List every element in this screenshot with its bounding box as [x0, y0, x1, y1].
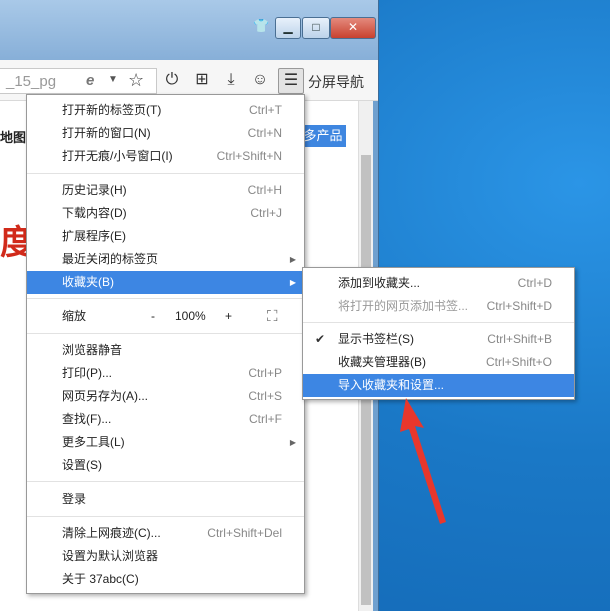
menu-icon[interactable]: ☰ [278, 68, 304, 94]
submenu-item-favorites-manager[interactable]: 收藏夹管理器(B) Ctrl+Shift+O [303, 351, 574, 374]
close-button[interactable]: ✕ [330, 17, 376, 39]
menu-item-save-as[interactable]: 网页另存为(A)... Ctrl+S [27, 385, 304, 408]
menu-separator [27, 333, 304, 334]
zoom-label: 缩放 [62, 309, 87, 323]
submenu-item-import-favorites[interactable]: 导入收藏夹和设置... [303, 374, 574, 397]
maximize-button[interactable]: □ [302, 17, 330, 39]
menu-item-label: 查找(F)... [62, 412, 112, 426]
menu-item-incognito-window[interactable]: 打开无痕/小号窗口(I) Ctrl+Shift+N [27, 145, 304, 168]
menu-item-about[interactable]: 关于 37abc(C) [27, 568, 304, 591]
menu-separator [27, 173, 304, 174]
zoom-value: 100% [175, 309, 206, 323]
menu-item-label: 历史记录(H) [62, 183, 127, 197]
user-icon[interactable]: ☺ [248, 68, 272, 92]
menu-item-extensions[interactable]: 扩展程序(E) [27, 225, 304, 248]
menu-item-shortcut: Ctrl+S [248, 389, 282, 403]
skin-icon[interactable]: 👕 [253, 18, 269, 34]
submenu-separator [303, 322, 574, 323]
menu-item-login[interactable]: 登录 [27, 488, 304, 511]
menu-item-label: 设置(S) [62, 458, 102, 472]
chevron-right-icon: ▶ [289, 438, 296, 447]
submenu-item-label: 将打开的网页添加书签... [338, 299, 469, 313]
title-bar: 👕 ▁ □ ✕ [0, 0, 378, 60]
annotation-arrow-icon [400, 398, 446, 524]
menu-item-shortcut: Ctrl+H [247, 183, 282, 197]
menu-item-new-tab[interactable]: 打开新的标签页(T) Ctrl+T [27, 99, 304, 122]
menu-item-label: 下载内容(D) [62, 206, 127, 220]
submenu-item-label: 收藏夹管理器(B) [338, 355, 426, 369]
menu-item-shortcut: Ctrl+F [249, 412, 282, 426]
menu-item-label: 清除上网痕迹(C)... [62, 526, 161, 540]
address-bar[interactable]: _15_pg e ▼ ☆ [0, 68, 157, 94]
menu-item-label: 设置为默认浏览器 [62, 549, 159, 563]
menu-item-history[interactable]: 历史记录(H) Ctrl+H [27, 179, 304, 202]
minimize-button[interactable]: ▁ [275, 17, 301, 39]
chevron-right-icon: ▶ [289, 278, 296, 287]
more-products-link[interactable]: 多产品 [300, 125, 346, 147]
ie-icon[interactable]: e [86, 72, 94, 89]
favorites-submenu: 添加到收藏夹... Ctrl+D 将打开的网页添加书签... Ctrl+Shift+… [302, 267, 575, 400]
submenu-item-bookmark-open-pages[interactable]: 将打开的网页添加书签... Ctrl+Shift+D [303, 295, 574, 318]
submenu-item-label: 显示书签栏(S) [338, 332, 414, 346]
menu-item-shortcut: Ctrl+Shift+Del [207, 526, 282, 540]
submenu-item-shortcut: Ctrl+D [517, 276, 552, 290]
menu-item-settings[interactable]: 设置(S) [27, 454, 304, 477]
menu-item-shortcut: Ctrl+Shift+N [216, 149, 282, 163]
submenu-item-shortcut: Ctrl+Shift+O [485, 355, 552, 369]
zoom-in-button[interactable]: + [225, 305, 232, 328]
menu-item-downloads[interactable]: 下载内容(D) Ctrl+J [27, 202, 304, 225]
menu-item-label: 收藏夹(B) [62, 275, 114, 289]
star-icon[interactable]: ☆ [128, 70, 144, 91]
fullscreen-icon[interactable]: ⛶ [267, 305, 278, 328]
menu-separator [27, 516, 304, 517]
menu-item-mute[interactable]: 浏览器静音 [27, 339, 304, 362]
submenu-item-show-bookmark-bar[interactable]: ✔ 显示书签栏(S) Ctrl+Shift+B [303, 328, 574, 351]
menu-item-label: 最近关闭的标签页 [62, 252, 159, 266]
menu-item-label: 关于 37abc(C) [62, 572, 139, 586]
menu-item-label: 浏览器静音 [62, 343, 123, 357]
menu-item-find[interactable]: 查找(F)... Ctrl+F [27, 408, 304, 431]
chevron-right-icon: ▶ [289, 255, 296, 264]
menu-separator [27, 481, 304, 482]
menu-zoom-row: 缩放 - 100% + ⛶ [27, 305, 304, 328]
menu-separator [27, 298, 304, 299]
menu-item-recently-closed[interactable]: 最近关闭的标签页 ▶ [27, 248, 304, 271]
menu-item-label: 打开无痕/小号窗口(I) [62, 149, 173, 163]
menu-item-favorites[interactable]: 收藏夹(B) ▶ [27, 271, 304, 294]
zoom-out-button[interactable]: - [151, 305, 155, 328]
menu-item-label: 打印(P)... [62, 366, 112, 380]
submenu-item-add-favorite[interactable]: 添加到收藏夹... Ctrl+D [303, 272, 574, 295]
power-icon[interactable]: ⏻ [160, 68, 184, 92]
download-icon[interactable]: ⤓ [219, 68, 243, 92]
menu-item-shortcut: Ctrl+T [249, 103, 282, 117]
menu-item-label: 打开新的标签页(T) [62, 103, 162, 117]
checkmark-icon: ✔ [315, 332, 326, 346]
menu-item-label: 登录 [62, 492, 87, 506]
menu-item-label: 扩展程序(E) [62, 229, 126, 243]
submenu-item-label: 导入收藏夹和设置... [338, 378, 445, 392]
submenu-item-shortcut: Ctrl+Shift+B [487, 332, 552, 346]
address-text: _15_pg [6, 73, 57, 90]
map-link[interactable]: 地图 [0, 127, 26, 146]
menu-item-label: 网页另存为(A)... [62, 389, 148, 403]
menu-item-more-tools[interactable]: 更多工具(L) ▶ [27, 431, 304, 454]
menu-item-shortcut: Ctrl+J [250, 206, 282, 220]
main-menu: 打开新的标签页(T) Ctrl+T 打开新的窗口(N) Ctrl+N 打开无痕/小号… [26, 94, 305, 594]
menu-item-label: 更多工具(L) [62, 435, 125, 449]
menu-item-label: 打开新的窗口(N) [62, 126, 151, 140]
apps-icon[interactable]: ⊞ [190, 68, 214, 92]
menu-item-clear-data[interactable]: 清除上网痕迹(C)... Ctrl+Shift+Del [27, 522, 304, 545]
menu-item-new-window[interactable]: 打开新的窗口(N) Ctrl+N [27, 122, 304, 145]
submenu-item-shortcut: Ctrl+Shift+D [486, 299, 552, 313]
split-screen-nav[interactable]: 分屏导航 [308, 72, 364, 92]
menu-item-shortcut: Ctrl+N [247, 126, 282, 140]
menu-item-shortcut: Ctrl+P [248, 366, 282, 380]
menu-item-set-default[interactable]: 设置为默认浏览器 [27, 545, 304, 568]
dropdown-icon[interactable]: ▼ [108, 74, 118, 85]
submenu-item-label: 添加到收藏夹... [338, 276, 421, 290]
menu-item-print[interactable]: 打印(P)... Ctrl+P [27, 362, 304, 385]
